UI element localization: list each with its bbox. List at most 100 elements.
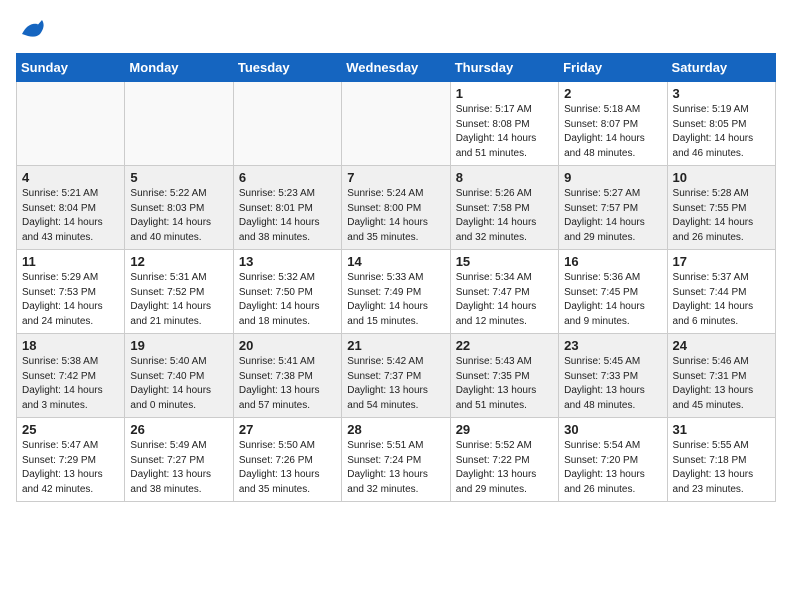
day-number: 14 [347,254,444,269]
day-number: 27 [239,422,336,437]
calendar-cell: 28 Sunrise: 5:51 AM Sunset: 7:24 PM Dayli… [342,418,450,502]
day-detail: Sunrise: 5:27 AM Sunset: 7:57 PM Dayligh… [564,187,661,245]
day-number: 8 [456,170,553,185]
day-number: 21 [347,338,444,353]
day-detail: Sunrise: 5:52 AM Sunset: 7:22 PM Dayligh… [456,439,553,497]
day-detail: Sunrise: 5:54 AM Sunset: 7:20 PM Dayligh… [564,439,661,497]
day-number: 24 [673,338,770,353]
day-detail: Sunrise: 5:37 AM Sunset: 7:44 PM Dayligh… [673,271,770,329]
day-number: 15 [456,254,553,269]
calendar: SundayMondayTuesdayWednesdayThursdayFrid… [16,53,776,502]
calendar-cell: 7Sunrise: 5:24 AM Sunset: 8:00 PM Daylig… [342,166,450,250]
day-number: 25 [22,422,119,437]
calendar-cell: 22Sunrise: 5:43 AM Sunset: 7:35 PM Dayli… [450,334,558,418]
day-number: 28 [347,422,444,437]
calendar-week-1: 1 Sunrise: 5:17 AM Sunset: 8:08 PM Daylig… [17,82,776,166]
day-detail: Sunrise: 5:24 AM Sunset: 8:00 PM Dayligh… [347,187,444,245]
calendar-week-4: 18Sunrise: 5:38 AM Sunset: 7:42 PM Dayli… [17,334,776,418]
calendar-cell: 13 Sunrise: 5:32 AM Sunset: 7:50 PM Dayli… [233,250,341,334]
weekday-friday: Friday [559,54,667,82]
day-detail: Sunrise: 5:29 AM Sunset: 7:53 PM Dayligh… [22,271,119,329]
calendar-cell: 1 Sunrise: 5:17 AM Sunset: 8:08 PM Daylig… [450,82,558,166]
calendar-cell: 21Sunrise: 5:42 AM Sunset: 7:37 PM Dayli… [342,334,450,418]
calendar-cell: 4 Sunrise: 5:21 AM Sunset: 8:04 PM Daylig… [17,166,125,250]
calendar-week-3: 11 Sunrise: 5:29 AM Sunset: 7:53 PM Dayli… [17,250,776,334]
day-number: 30 [564,422,661,437]
day-detail: Sunrise: 5:21 AM Sunset: 8:04 PM Dayligh… [22,187,119,245]
day-detail: Sunrise: 5:51 AM Sunset: 7:24 PM Dayligh… [347,439,444,497]
day-number: 16 [564,254,661,269]
weekday-wednesday: Wednesday [342,54,450,82]
day-number: 3 [673,86,770,101]
day-detail: Sunrise: 5:32 AM Sunset: 7:50 PM Dayligh… [239,271,336,329]
day-detail: Sunrise: 5:36 AM Sunset: 7:45 PM Dayligh… [564,271,661,329]
day-detail: Sunrise: 5:18 AM Sunset: 8:07 PM Dayligh… [564,103,661,161]
day-detail: Sunrise: 5:46 AM Sunset: 7:31 PM Dayligh… [673,355,770,413]
calendar-cell: 24 Sunrise: 5:46 AM Sunset: 7:31 PM Dayli… [667,334,775,418]
calendar-cell [342,82,450,166]
calendar-cell: 10 Sunrise: 5:28 AM Sunset: 7:55 PM Dayli… [667,166,775,250]
calendar-cell: 23 Sunrise: 5:45 AM Sunset: 7:33 PM Dayli… [559,334,667,418]
header [16,16,776,45]
calendar-cell: 18Sunrise: 5:38 AM Sunset: 7:42 PM Dayli… [17,334,125,418]
calendar-cell: 12 Sunrise: 5:31 AM Sunset: 7:52 PM Dayli… [125,250,233,334]
day-number: 19 [130,338,227,353]
calendar-cell: 30 Sunrise: 5:54 AM Sunset: 7:20 PM Dayli… [559,418,667,502]
calendar-week-5: 25 Sunrise: 5:47 AM Sunset: 7:29 PM Dayli… [17,418,776,502]
calendar-cell: 11 Sunrise: 5:29 AM Sunset: 7:53 PM Dayli… [17,250,125,334]
calendar-cell [125,82,233,166]
calendar-cell: 27Sunrise: 5:50 AM Sunset: 7:26 PM Dayli… [233,418,341,502]
weekday-sunday: Sunday [17,54,125,82]
weekday-thursday: Thursday [450,54,558,82]
day-detail: Sunrise: 5:31 AM Sunset: 7:52 PM Dayligh… [130,271,227,329]
day-detail: Sunrise: 5:19 AM Sunset: 8:05 PM Dayligh… [673,103,770,161]
day-number: 13 [239,254,336,269]
day-detail: Sunrise: 5:22 AM Sunset: 8:03 PM Dayligh… [130,187,227,245]
day-detail: Sunrise: 5:34 AM Sunset: 7:47 PM Dayligh… [456,271,553,329]
day-detail: Sunrise: 5:17 AM Sunset: 8:08 PM Dayligh… [456,103,553,161]
day-number: 1 [456,86,553,101]
calendar-cell: 14 Sunrise: 5:33 AM Sunset: 7:49 PM Dayli… [342,250,450,334]
calendar-cell: 9 Sunrise: 5:27 AM Sunset: 7:57 PM Daylig… [559,166,667,250]
day-detail: Sunrise: 5:49 AM Sunset: 7:27 PM Dayligh… [130,439,227,497]
day-number: 5 [130,170,227,185]
day-detail: Sunrise: 5:40 AM Sunset: 7:40 PM Dayligh… [130,355,227,413]
day-number: 11 [22,254,119,269]
day-number: 10 [673,170,770,185]
logo-bird-icon [18,16,48,40]
day-number: 18 [22,338,119,353]
day-number: 9 [564,170,661,185]
day-detail: Sunrise: 5:33 AM Sunset: 7:49 PM Dayligh… [347,271,444,329]
calendar-week-2: 4 Sunrise: 5:21 AM Sunset: 8:04 PM Daylig… [17,166,776,250]
calendar-cell: 25 Sunrise: 5:47 AM Sunset: 7:29 PM Dayli… [17,418,125,502]
calendar-cell: 6 Sunrise: 5:23 AM Sunset: 8:01 PM Daylig… [233,166,341,250]
day-detail: Sunrise: 5:41 AM Sunset: 7:38 PM Dayligh… [239,355,336,413]
calendar-cell: 3 Sunrise: 5:19 AM Sunset: 8:05 PM Daylig… [667,82,775,166]
calendar-cell: 29Sunrise: 5:52 AM Sunset: 7:22 PM Dayli… [450,418,558,502]
day-number: 31 [673,422,770,437]
day-number: 12 [130,254,227,269]
day-number: 2 [564,86,661,101]
calendar-cell [233,82,341,166]
day-detail: Sunrise: 5:26 AM Sunset: 7:58 PM Dayligh… [456,187,553,245]
day-number: 6 [239,170,336,185]
calendar-cell: 19 Sunrise: 5:40 AM Sunset: 7:40 PM Dayli… [125,334,233,418]
calendar-cell: 17 Sunrise: 5:37 AM Sunset: 7:44 PM Dayli… [667,250,775,334]
calendar-cell: 16 Sunrise: 5:36 AM Sunset: 7:45 PM Dayli… [559,250,667,334]
day-detail: Sunrise: 5:23 AM Sunset: 8:01 PM Dayligh… [239,187,336,245]
calendar-cell: 26Sunrise: 5:49 AM Sunset: 7:27 PM Dayli… [125,418,233,502]
calendar-cell: 15 Sunrise: 5:34 AM Sunset: 7:47 PM Dayli… [450,250,558,334]
day-detail: Sunrise: 5:45 AM Sunset: 7:33 PM Dayligh… [564,355,661,413]
day-detail: Sunrise: 5:47 AM Sunset: 7:29 PM Dayligh… [22,439,119,497]
calendar-cell: 2 Sunrise: 5:18 AM Sunset: 8:07 PM Daylig… [559,82,667,166]
day-number: 17 [673,254,770,269]
calendar-cell: 20Sunrise: 5:41 AM Sunset: 7:38 PM Dayli… [233,334,341,418]
calendar-cell: 31Sunrise: 5:55 AM Sunset: 7:18 PM Dayli… [667,418,775,502]
calendar-cell: 8 Sunrise: 5:26 AM Sunset: 7:58 PM Daylig… [450,166,558,250]
calendar-cell [17,82,125,166]
day-number: 4 [22,170,119,185]
day-number: 23 [564,338,661,353]
day-number: 22 [456,338,553,353]
day-detail: Sunrise: 5:28 AM Sunset: 7:55 PM Dayligh… [673,187,770,245]
weekday-header-row: SundayMondayTuesdayWednesdayThursdayFrid… [17,54,776,82]
